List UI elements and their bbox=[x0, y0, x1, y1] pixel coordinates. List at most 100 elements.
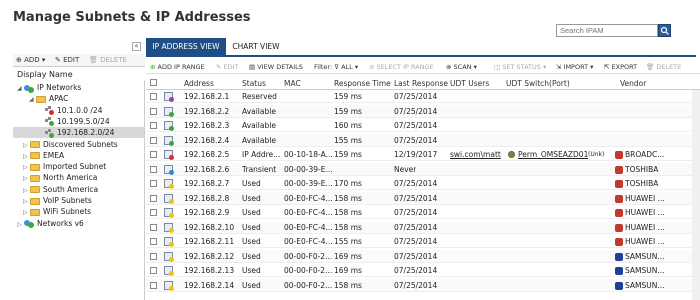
row-checkbox[interactable] bbox=[150, 151, 157, 158]
vendor-logo-icon bbox=[615, 238, 623, 246]
select-all-checkbox[interactable] bbox=[150, 79, 157, 86]
vendor-logo-icon bbox=[615, 151, 623, 159]
folder-icon bbox=[30, 141, 40, 148]
cell-response-time: 170 ms bbox=[334, 179, 362, 188]
tree-node[interactable]: 10.199.5.0/24 bbox=[45, 116, 110, 127]
col-address[interactable]: Address bbox=[184, 79, 214, 88]
add-ip-range-button[interactable]: ⊕ ADD IP RANGE bbox=[150, 63, 205, 71]
row-checkbox[interactable] bbox=[150, 281, 157, 289]
cell-response-time: 155 ms bbox=[334, 135, 362, 145]
expand-toggle-icon[interactable]: ◢ bbox=[29, 94, 36, 105]
select-ip-range-button[interactable]: ⊘ SELECT IP RANGE bbox=[369, 63, 434, 71]
col-mac[interactable]: MAC bbox=[284, 79, 301, 88]
import-dropdown[interactable]: ⇲ IMPORT ▾ bbox=[556, 63, 593, 71]
switch-port-label: (Unk) bbox=[588, 151, 605, 158]
tree-node[interactable]: 10.1.0.0 /24 bbox=[45, 105, 102, 116]
table-row[interactable]: 192.168.2.12 Used 00-00-F0-2... 169 ms 07/25… bbox=[146, 249, 700, 263]
row-checkbox[interactable] bbox=[150, 136, 157, 144]
row-checkbox[interactable] bbox=[150, 122, 157, 129]
table-row[interactable]: 192.168.2.5 IP Addre... 00-10-18-A... 159 m… bbox=[146, 148, 700, 161]
tree-add-button[interactable]: ⊕ ADD ▾ bbox=[16, 56, 45, 64]
table-row[interactable]: 192.168.2.11 Used 00-E0-FC-4... 155 ms 07/25… bbox=[146, 235, 700, 248]
search-button[interactable] bbox=[658, 24, 671, 37]
tree-node[interactable]: ▷ North America bbox=[23, 172, 97, 183]
set-status-dropdown[interactable]: ◫ SET STATUS ▾ bbox=[494, 63, 546, 71]
table-row[interactable]: 192.168.2.4 Available 155 ms 07/25/2014 bbox=[146, 133, 700, 147]
col-udt-switch[interactable]: UDT Switch(Port) bbox=[506, 79, 570, 88]
tree-node[interactable]: ▷ Networks v6 bbox=[17, 218, 84, 229]
tree-node[interactable]: ▷ Discovered Subnets bbox=[23, 139, 118, 150]
col-last-response[interactable]: Last Response bbox=[394, 79, 448, 88]
row-checkbox[interactable] bbox=[150, 180, 157, 187]
status-dot-icon bbox=[169, 285, 174, 291]
table-scrollbar[interactable] bbox=[692, 90, 700, 300]
col-vendor[interactable]: Vendor bbox=[620, 79, 646, 88]
cell-status: Available bbox=[242, 106, 276, 116]
delete-button[interactable]: 🗑 DELETE bbox=[646, 63, 681, 71]
tree-node[interactable]: ▷ EMEA bbox=[23, 150, 64, 161]
row-checkbox[interactable] bbox=[150, 93, 157, 100]
tree-node-label: 10.199.5.0/24 bbox=[57, 116, 110, 126]
row-checkbox[interactable] bbox=[150, 209, 157, 216]
cell-address: 192.168.2.3 bbox=[184, 121, 230, 130]
table-row[interactable]: 192.168.2.13 Used 00-00-F0-2... 169 ms 07/25… bbox=[146, 264, 700, 277]
cell-status: Used bbox=[242, 266, 261, 275]
plus-icon: ⊕ bbox=[150, 63, 156, 71]
status-dot-icon bbox=[169, 169, 174, 175]
row-checkbox[interactable] bbox=[150, 194, 157, 202]
row-checkbox[interactable] bbox=[150, 223, 157, 231]
tree-node-label: North America bbox=[43, 173, 98, 183]
row-checkbox[interactable] bbox=[150, 165, 157, 173]
tree-node[interactable]: ◢ IP Networks bbox=[17, 82, 81, 93]
cell-mac: 00-E0-FC-4... bbox=[284, 222, 332, 232]
ip-address-icon bbox=[164, 164, 174, 175]
tree-node[interactable]: ▷ VoIP Subnets bbox=[23, 195, 92, 206]
collapse-panel-button[interactable]: « bbox=[132, 42, 141, 51]
table-row[interactable]: 192.168.2.8 Used 00-E0-FC-4... 158 ms 07/25/… bbox=[146, 191, 700, 205]
cell-response-time: 169 ms bbox=[334, 251, 362, 261]
tree-node[interactable]: ◢ APAC bbox=[29, 93, 68, 104]
tree-delete-button[interactable]: 🗑 DELETE bbox=[89, 56, 127, 64]
ip-address-icon bbox=[164, 135, 174, 146]
table-row[interactable]: 192.168.2.9 Used 00-E0-FC-4... 158 ms 07/25/… bbox=[146, 206, 700, 219]
col-status[interactable]: Status bbox=[242, 79, 266, 88]
search-input[interactable] bbox=[556, 24, 658, 37]
row-checkbox[interactable] bbox=[150, 238, 157, 245]
row-checkbox[interactable] bbox=[150, 107, 157, 115]
status-icon: ◫ bbox=[494, 63, 501, 71]
tree-node[interactable]: ▷ South America bbox=[23, 184, 98, 195]
tab-ip-address-view[interactable]: IP ADDRESS VIEW bbox=[146, 38, 226, 55]
table-row[interactable]: 192.168.2.10 Used 00-E0-FC-4... 158 ms 07/25… bbox=[146, 220, 700, 234]
filter-dropdown[interactable]: Filter: ⊽ ALL ▾ bbox=[314, 63, 358, 71]
col-response-time[interactable]: Response Time bbox=[334, 79, 391, 88]
tree-node[interactable]: 192.168.2.0/24 bbox=[13, 127, 144, 139]
tree-node[interactable]: ▷ Imported Subnet bbox=[23, 161, 106, 172]
row-checkbox[interactable] bbox=[150, 252, 157, 260]
udt-user-link[interactable]: swi.com\matt bbox=[450, 150, 501, 159]
folder-icon bbox=[36, 95, 46, 103]
table-row[interactable]: 192.168.2.6 Transient 00-00-39-E... Never TO… bbox=[146, 162, 700, 176]
expand-toggle-icon[interactable]: ▷ bbox=[17, 219, 24, 230]
table-row[interactable]: 192.168.2.2 Available 159 ms 07/25/2014 bbox=[146, 104, 700, 118]
export-button[interactable]: ⇱ EXPORT bbox=[604, 63, 637, 71]
scan-dropdown[interactable]: ⊗ SCAN ▾ bbox=[446, 63, 477, 71]
table-row[interactable]: 192.168.2.7 Used 00-00-39-E... 170 ms 07/25/… bbox=[146, 177, 700, 190]
cell-response-time: 158 ms bbox=[334, 208, 362, 217]
col-udt-users[interactable]: UDT Users bbox=[450, 79, 489, 88]
view-details-button[interactable]: ▤ VIEW DETAILS bbox=[249, 63, 303, 71]
table-row[interactable]: 192.168.2.14 Used 00-00-F0-2... 158 ms 07/25… bbox=[146, 278, 700, 292]
tree-node[interactable]: ▷ WiFi Subnets bbox=[23, 206, 91, 217]
status-dot-icon bbox=[169, 155, 174, 160]
vendor-cell: TOSHIBA bbox=[615, 179, 658, 188]
udt-switch-link[interactable]: Perm_OMSEAZD01 bbox=[518, 150, 588, 159]
cell-last-response: 07/25/2014 bbox=[394, 179, 438, 188]
tree-edit-button[interactable]: ✎ EDIT bbox=[55, 56, 79, 64]
table-row[interactable]: 192.168.2.1 Reserved 159 ms 07/25/2014 bbox=[146, 90, 700, 103]
tab-chart-view[interactable]: CHART VIEW bbox=[226, 38, 286, 55]
trash-icon: 🗑 bbox=[646, 63, 655, 71]
row-checkbox[interactable] bbox=[150, 267, 157, 274]
table-row[interactable]: 192.168.2.3 Available 160 ms 07/25/2014 bbox=[146, 119, 700, 132]
expand-toggle-icon[interactable]: ◢ bbox=[17, 83, 24, 94]
import-icon: ⇲ bbox=[556, 63, 562, 71]
edit-button[interactable]: ✎ EDIT bbox=[216, 63, 239, 71]
